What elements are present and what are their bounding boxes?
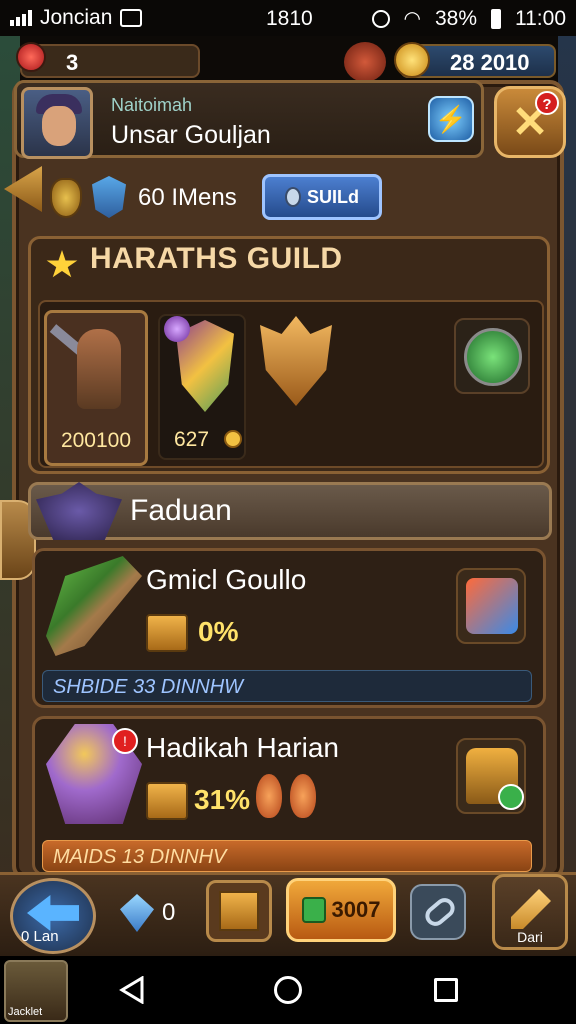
gem-resource-count: 3 [66, 50, 79, 75]
gold-bag-icon [466, 748, 524, 810]
profile-header[interactable]: Naitoimah Unsar Gouljan [14, 80, 484, 159]
gold-resource[interactable]: 28 2010 [394, 42, 556, 78]
gold-coin-icon [394, 42, 430, 78]
notification-badge: ? [535, 91, 559, 115]
spell-card-icon [466, 578, 518, 634]
back-button[interactable]: 0 Lan [10, 878, 96, 954]
chest-icon [146, 782, 188, 820]
carrier-name: Joncian [40, 6, 113, 29]
hero-card[interactable]: 200100 [44, 310, 148, 466]
build-button-label: SUILd [307, 186, 359, 207]
alert-badge: ! [112, 728, 138, 754]
green-gem-small-icon [301, 897, 326, 923]
diamond-icon [120, 894, 154, 932]
gem-resource[interactable]: 3 [16, 42, 200, 78]
avatar[interactable] [21, 87, 93, 159]
recent-app-label: Jacklet [8, 1006, 43, 1018]
nav-recents-icon[interactable] [434, 978, 458, 1002]
green-gem-button[interactable] [454, 318, 530, 394]
recent-app-thumbnail[interactable]: Jacklet [4, 960, 68, 1022]
lightning-button[interactable]: ⚡ [428, 96, 474, 142]
profile-subtitle: Naitoimah [111, 95, 193, 115]
gem-counter-value: 0 [162, 899, 176, 926]
purple-orb-icon [164, 316, 190, 342]
shield-card[interactable]: 627 [158, 314, 246, 460]
green-badge-icon [498, 784, 524, 810]
edit-button-label: Dari [517, 929, 543, 945]
link-icon [421, 894, 459, 930]
list-item-strip: SHBIDE 33 DINNHW [42, 670, 532, 702]
edit-button[interactable]: Dari [492, 874, 568, 950]
gold-amount: 28 2010 [450, 50, 530, 75]
purchase-button-value: 3007 [331, 897, 381, 922]
status-left: Joncian [10, 6, 143, 30]
face-icon [42, 106, 76, 146]
members-count: 60 IMens [138, 184, 237, 211]
image-icon [120, 9, 143, 27]
orb-icon [344, 42, 386, 82]
resource-bar: 3 28 2010 [10, 38, 566, 84]
status-right: ◠ 38% 11:00 [371, 6, 566, 31]
close-button[interactable]: ✕ ? [494, 86, 566, 158]
list-item-percent: 31% [194, 784, 251, 815]
green-gem-icon [464, 328, 522, 386]
purchase-button[interactable]: 3007 [286, 878, 396, 942]
gold-shield-icon [50, 178, 82, 218]
gem-counter[interactable]: 0 [120, 894, 175, 932]
back-button-label: 0 Lan [21, 928, 59, 945]
pencil-icon [511, 889, 551, 929]
lightning-icon: ⚡ [434, 103, 468, 134]
gem-icon [285, 187, 301, 207]
guild-title-text: HARATHS GUILD [90, 242, 343, 275]
build-button[interactable]: SUILd [262, 174, 382, 220]
guild-title: HARATHS GUILD [44, 242, 343, 276]
hero-card-value: 200100 [60, 429, 132, 452]
crate-icon [219, 891, 259, 931]
faction-title: Faduan [130, 494, 232, 527]
fire-icon [256, 774, 320, 820]
status-bar: Joncian 1810 ◠ 38% 11:00 [0, 0, 576, 36]
list-item-name: Hadikah Harian [146, 732, 339, 763]
nav-home-icon[interactable] [274, 976, 302, 1004]
ruby-icon [16, 42, 46, 72]
warrior-icon [77, 329, 121, 409]
battery-percent: 38% [434, 6, 477, 30]
link-button[interactable] [410, 884, 466, 940]
shield-card-value: 627 [174, 428, 210, 451]
status-clock-center: 1810 [266, 7, 313, 30]
nav-back-icon[interactable] [118, 976, 146, 1004]
wifi-icon: ◠ [403, 8, 421, 30]
card-button[interactable] [456, 568, 526, 644]
crate-button[interactable] [206, 880, 272, 942]
profile-name: Unsar Gouljan [111, 121, 271, 149]
list-item-name: Gmicl Goullo [146, 564, 307, 595]
chest-icon [146, 614, 188, 652]
battery-icon [491, 8, 501, 29]
coin-icon [224, 430, 242, 448]
status-time: 11:00 [515, 6, 566, 30]
alarm-icon [371, 9, 390, 28]
back-arrow-icon [27, 895, 79, 931]
list-item-strip: MAIDS 13 DINNHV [42, 840, 532, 872]
signal-icon [10, 10, 32, 26]
list-item-percent: 0% [198, 616, 239, 647]
bag-button[interactable] [456, 738, 526, 814]
